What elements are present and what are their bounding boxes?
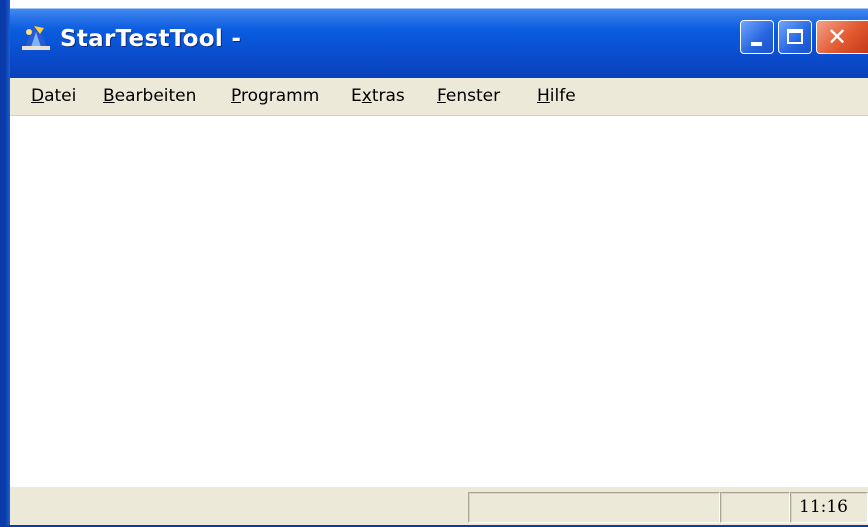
close-icon: ✕ bbox=[827, 23, 848, 51]
menu-extras[interactable]: Extras bbox=[351, 86, 405, 106]
menu-datei[interactable]: Datei bbox=[31, 86, 76, 106]
menu-hilfe[interactable]: Hilfe bbox=[537, 86, 576, 106]
app-icon[interactable] bbox=[20, 22, 52, 52]
status-pane-main bbox=[468, 492, 720, 523]
window-frame-left bbox=[0, 0, 10, 527]
status-pane-clock: 11:16 bbox=[790, 492, 868, 523]
status-bar: 11:16 bbox=[10, 486, 868, 527]
client-area[interactable] bbox=[10, 116, 868, 486]
maximize-button[interactable] bbox=[778, 20, 812, 54]
menu-bar: Datei Bearbeiten Programm Extras Fenster… bbox=[10, 78, 868, 116]
title-bar-top-edge bbox=[0, 0, 868, 8]
startesttool-window: StarTestTool - ✕ Datei Bearbeiten Progra… bbox=[0, 0, 868, 527]
window-title: StarTestTool - bbox=[60, 26, 242, 52]
minimize-button[interactable] bbox=[740, 20, 774, 54]
title-bar[interactable]: StarTestTool - ✕ bbox=[0, 0, 868, 78]
status-pane-small bbox=[720, 492, 790, 523]
minimize-icon bbox=[751, 42, 762, 46]
menu-programm[interactable]: Programm bbox=[231, 86, 319, 106]
maximize-icon bbox=[787, 29, 803, 44]
menu-bearbeiten[interactable]: Bearbeiten bbox=[103, 86, 196, 106]
status-clock: 11:16 bbox=[799, 497, 848, 517]
close-button[interactable]: ✕ bbox=[816, 20, 868, 54]
menu-fenster[interactable]: Fenster bbox=[437, 86, 500, 106]
